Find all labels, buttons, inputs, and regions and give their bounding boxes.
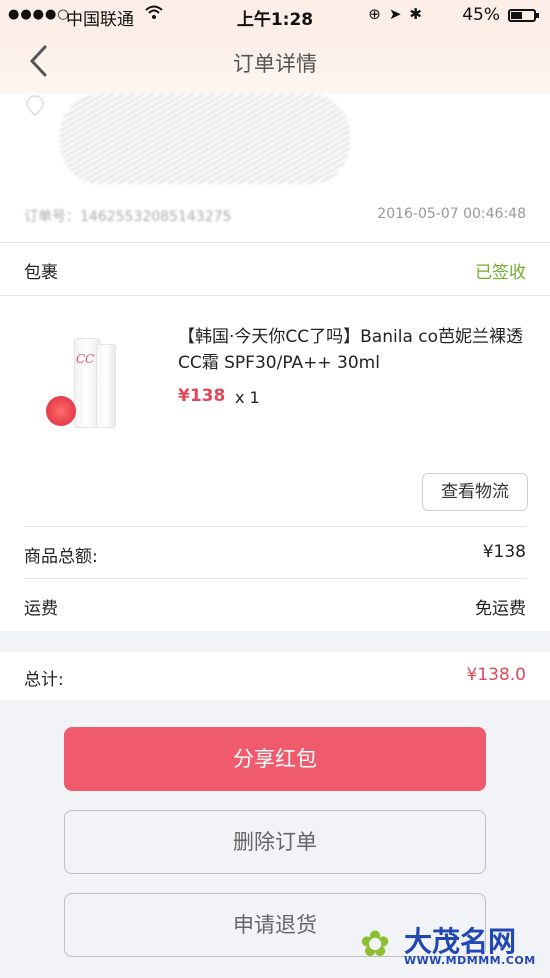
product-image[interactable]: CC: [26, 322, 146, 442]
status-bar: ●●●●○ 中国联通 上午1:28 ⊕➤✱ 45%: [0, 0, 550, 32]
subtotal-row: 商品总额: ¥138: [24, 526, 526, 579]
product-quantity: x 1: [235, 388, 260, 407]
share-red-packet-button[interactable]: 分享红包: [64, 727, 486, 791]
shipping-label: 运费: [24, 599, 58, 619]
page-title: 订单详情: [233, 52, 317, 76]
product-sticker: [46, 396, 76, 426]
address-section: [0, 94, 550, 190]
order-meta: 订单号：14625532085143275 2016-05-07 00:46:4…: [0, 190, 550, 243]
package-label: 包裹: [24, 263, 58, 283]
product-tube-image: [96, 344, 116, 428]
subtotal-value: ¥138: [482, 542, 526, 562]
product-image-label: CC: [76, 352, 95, 366]
order-number: 订单号：14625532085143275: [24, 209, 232, 225]
view-logistics-button[interactable]: 查看物流: [422, 473, 528, 511]
total-label: 总计:: [24, 670, 64, 690]
watermark-url: WWW.MDMMM.COM: [404, 954, 536, 967]
location-icon: ➤: [388, 5, 410, 23]
status-icons: ⊕➤✱: [368, 5, 430, 23]
delete-order-button[interactable]: 删除订单: [64, 810, 486, 874]
summary-section: 商品总额: ¥138 运费 免运费: [0, 526, 550, 631]
bluetooth-icon: ✱: [409, 5, 430, 23]
product-price: ¥138: [178, 386, 226, 406]
battery-icon: [508, 9, 539, 22]
redacted-address: [60, 94, 350, 184]
product-title[interactable]: 【韩国·今天你CC了吗】Banila co芭妮兰裸透CC霜 SPF30/PA++…: [178, 324, 528, 376]
battery-percent: 45%: [462, 5, 500, 25]
watermark-logo: ✿ 大茂名网 WWW.MDMMM.COM: [360, 920, 540, 970]
total-value: ¥138.0: [466, 665, 526, 685]
subtotal-label: 商品总额:: [24, 547, 98, 567]
order-date: 2016-05-07 00:46:48: [377, 206, 526, 222]
package-status: 已签收: [475, 263, 526, 283]
shipping-row: 运费 免运费: [24, 578, 526, 631]
navigation-bar: 订单详情: [0, 32, 550, 94]
product-item[interactable]: CC 【韩国·今天你CC了吗】Banila co芭妮兰裸透CC霜 SPF30/P…: [0, 296, 550, 526]
rotation-lock-icon: ⊕: [368, 5, 389, 23]
package-row: 包裹 已签收: [0, 243, 550, 296]
shipping-value: 免运费: [475, 599, 526, 619]
clover-icon: ✿: [360, 924, 391, 965]
total-row: 总计: ¥138.0: [0, 652, 550, 700]
location-pin-icon: [24, 94, 46, 122]
